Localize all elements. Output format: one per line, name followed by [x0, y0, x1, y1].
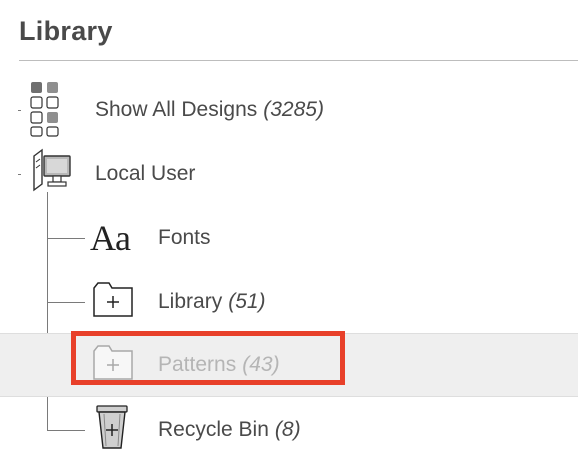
item-count: (3285)	[263, 98, 324, 121]
local-user-computer-icon	[22, 144, 74, 204]
label-text: Fonts	[158, 226, 211, 249]
label-text: Recycle Bin	[158, 418, 269, 441]
item-count: (8)	[274, 418, 301, 441]
tree-item-library[interactable]: Library (51)	[0, 272, 578, 332]
tree-item-label: Fonts	[158, 208, 211, 268]
label-text: Library	[158, 290, 223, 313]
label-text: Local User	[95, 162, 196, 185]
fonts-icon: Aa	[90, 218, 131, 258]
tree-item-fonts[interactable]: Aa Fonts	[0, 208, 578, 268]
folder-plus-icon	[92, 272, 144, 332]
label-text: Show All Designs	[95, 98, 258, 121]
tree-item-label: Local User	[95, 144, 195, 204]
tree-item-label: Library (51)	[158, 272, 266, 332]
library-panel: Library Show All Designs (3285) Local Us…	[0, 0, 578, 470]
grid-icon	[28, 80, 80, 140]
tree-item-local-user[interactable]: Local User	[0, 144, 578, 204]
header-divider	[19, 60, 578, 61]
panel-title: Library	[19, 16, 113, 46]
tree-item-show-all-designs[interactable]: Show All Designs (3285)	[0, 80, 578, 140]
tree-item-label: Recycle Bin (8)	[158, 400, 301, 460]
tree-item-label: Show All Designs (3285)	[95, 80, 324, 140]
highlight-annotation-box	[71, 331, 345, 385]
tree-item-recycle-bin[interactable]: Recycle Bin (8)	[0, 400, 578, 460]
item-count: (51)	[228, 290, 266, 313]
trash-can-icon	[92, 400, 144, 460]
